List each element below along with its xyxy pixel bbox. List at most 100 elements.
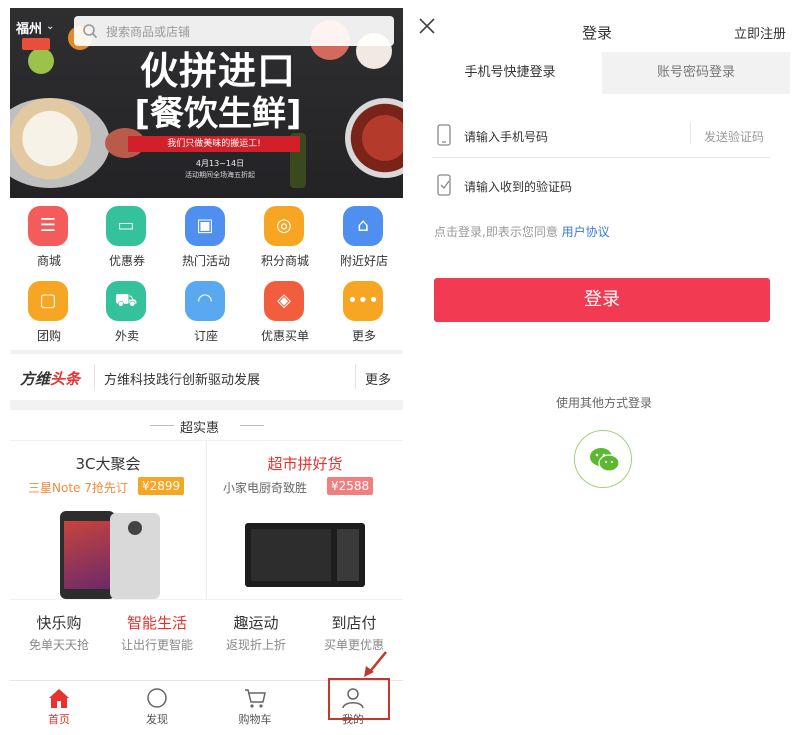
annotation-arrow-icon	[364, 651, 387, 677]
agreement-text: 点击登录,即表示您同意 用户协议	[434, 225, 610, 239]
category-subtitle: 让出行更智能	[120, 638, 193, 652]
home-screen: 伙拼进口 [餐饮生鲜] 我们只做美味的搬运工! 4月13~14日 活动期间全场海…	[10, 8, 403, 730]
phone-input[interactable]: 请输入手机号码	[464, 128, 548, 145]
verify-code-icon	[437, 174, 451, 196]
banner-fruit-decoration	[28, 48, 54, 74]
grid-item-more[interactable]: ••• 更多	[325, 273, 403, 348]
register-link[interactable]: 立即注册	[734, 23, 786, 42]
tab-home[interactable]: 首页	[10, 681, 108, 730]
cart-icon	[245, 689, 266, 708]
grid-item-points-mall[interactable]: ◎ 积分商城	[246, 198, 324, 273]
coupon-icon: ▭	[106, 206, 146, 246]
news-headline[interactable]: 方维科技践行创新驱动发展	[104, 369, 260, 388]
news-ticker[interactable]: 方维头条 方维科技践行创新驱动发展 更多	[10, 354, 403, 400]
login-header: 登录 立即注册	[418, 8, 790, 52]
product-subtitle: 小家电厨奇致胜	[223, 481, 308, 495]
divider	[94, 364, 95, 390]
product-card-3c[interactable]: 3C大聚会 三星Note 7抢先订 ¥2899	[10, 441, 206, 599]
product-title: 3C大聚会	[75, 455, 141, 473]
bag-icon: ▢	[28, 281, 68, 321]
grid-item-events[interactable]: ▣ 热门活动	[167, 198, 245, 273]
tab-discover[interactable]: 发现	[108, 681, 206, 730]
tab-phone-login[interactable]: 手机号快捷登录	[418, 52, 602, 94]
divider	[690, 122, 691, 144]
grid-item-group-buy[interactable]: ▢ 团购	[10, 273, 88, 348]
grid-item-label: 优惠券	[108, 254, 145, 268]
coins-icon: ◎	[264, 206, 304, 246]
promo-banner[interactable]: 伙拼进口 [餐饮生鲜] 我们只做美味的搬运工! 4月13~14日 活动期间全场海…	[10, 8, 403, 198]
category-subtitle: 买单更优惠	[323, 638, 384, 652]
category-title: 智能生活	[126, 614, 187, 632]
home-icon	[49, 689, 69, 708]
banner-plate-decoration	[10, 98, 110, 188]
tab-cart[interactable]: 购物车	[206, 681, 304, 730]
deal-section-header: 超实惠	[10, 410, 403, 440]
news-more-link[interactable]: 更多	[365, 369, 391, 388]
seat-icon: ◠	[185, 281, 225, 321]
category-subtitle: 免单天天抢	[28, 638, 89, 652]
annotation-highlight-box	[328, 678, 390, 720]
phone-image	[60, 511, 115, 599]
city-selector[interactable]: 福州	[16, 18, 42, 37]
grid-item-label: 优惠买单	[260, 329, 309, 343]
login-button[interactable]: 登录	[434, 278, 770, 322]
category-in-store-pay[interactable]: 到店付 买单更优惠	[305, 600, 403, 680]
more-icon: •••	[343, 281, 383, 321]
phone-icon	[437, 124, 451, 146]
deal-section-title: 超实惠	[180, 421, 220, 436]
divider	[150, 425, 174, 426]
grid-item-coupon[interactable]: ▭ 优惠券	[88, 198, 166, 273]
tab-label: 首页	[48, 713, 70, 726]
wechat-icon	[590, 448, 620, 472]
banner-date: 4月13~14日	[195, 159, 245, 168]
product-card-supermarket[interactable]: 超市拼好货 小家电厨奇致胜 ¥2588	[207, 441, 403, 599]
product-title: 超市拼好货	[267, 455, 343, 473]
category-title: 快乐购	[36, 614, 82, 632]
scooter-icon: ⛟	[106, 281, 146, 321]
grid-item-label: 团购	[36, 329, 61, 343]
phone-image	[110, 513, 160, 599]
microwave-image	[245, 523, 365, 587]
feature-grid: ☰ 商城 ▭ 优惠券 ▣ 热门活动 ◎ 积分商城 ⌂ 附近好店 ▢ 团购 ⛟ 外…	[10, 198, 403, 350]
close-icon[interactable]	[418, 16, 440, 41]
code-field[interactable]: 请输入收到的验证码	[432, 160, 770, 208]
other-login-label: 使用其他方式登录	[555, 396, 652, 410]
login-tabs: 手机号快捷登录 账号密码登录	[418, 52, 790, 94]
grid-item-label: 更多	[351, 329, 376, 343]
grid-item-takeout[interactable]: ⛟ 外卖	[88, 273, 166, 348]
tab-account-login[interactable]: 账号密码登录	[602, 52, 790, 94]
code-input[interactable]: 请输入收到的验证码	[464, 178, 572, 195]
grid-item-label: 积分商城	[260, 254, 309, 268]
divider	[355, 364, 356, 390]
chevron-down-icon[interactable]: ⌄	[46, 21, 54, 32]
category-happy-buy[interactable]: 快乐购 免单天天抢	[10, 600, 108, 680]
user-agreement-link[interactable]: 用户协议	[562, 225, 610, 239]
wechat-login-button[interactable]	[574, 430, 632, 488]
tab-label: 购物车	[238, 713, 272, 726]
page-title: 登录	[582, 24, 613, 42]
grid-item-label: 附近好店	[339, 254, 388, 268]
search-bar[interactable]: 搜索商品或店铺	[74, 16, 394, 46]
grid-item-mall[interactable]: ☰ 商城	[10, 198, 88, 273]
grid-item-nearby-shops[interactable]: ⌂ 附近好店	[325, 198, 403, 273]
compass-icon	[147, 688, 167, 708]
send-code-button[interactable]: 发送验证码	[704, 128, 764, 145]
search-placeholder: 搜索商品或店铺	[106, 25, 191, 39]
banner-subheadline: [餐饮生鲜]	[134, 94, 302, 134]
tab-label: 发现	[146, 713, 168, 726]
phone-field[interactable]: 请输入手机号码 发送验证码	[432, 110, 770, 158]
category-sports[interactable]: 趣运动 返现折上折	[207, 600, 305, 680]
grid-item-discount-pay[interactable]: ◈ 优惠买单	[246, 273, 324, 348]
grid-item-label: 商城	[36, 254, 61, 268]
banner-steak-decoration	[345, 98, 403, 178]
category-row: 快乐购 免单天天抢 智能生活 让出行更智能 趣运动 返现折上折 到店付 买单更优…	[10, 600, 403, 680]
divider	[240, 425, 264, 426]
banner-tagline: 我们只做美味的搬运工!	[128, 136, 300, 152]
news-logo: 方维头条	[20, 370, 81, 388]
grid-item-reserve[interactable]: ◠ 订座	[167, 273, 245, 348]
grid-item-label: 订座	[193, 329, 218, 343]
category-smart-life[interactable]: 智能生活 让出行更智能	[108, 600, 206, 680]
price-badge: ¥2899	[138, 477, 185, 495]
search-icon	[83, 24, 98, 39]
banner-promo: 活动期间全场海五折起	[185, 171, 255, 179]
